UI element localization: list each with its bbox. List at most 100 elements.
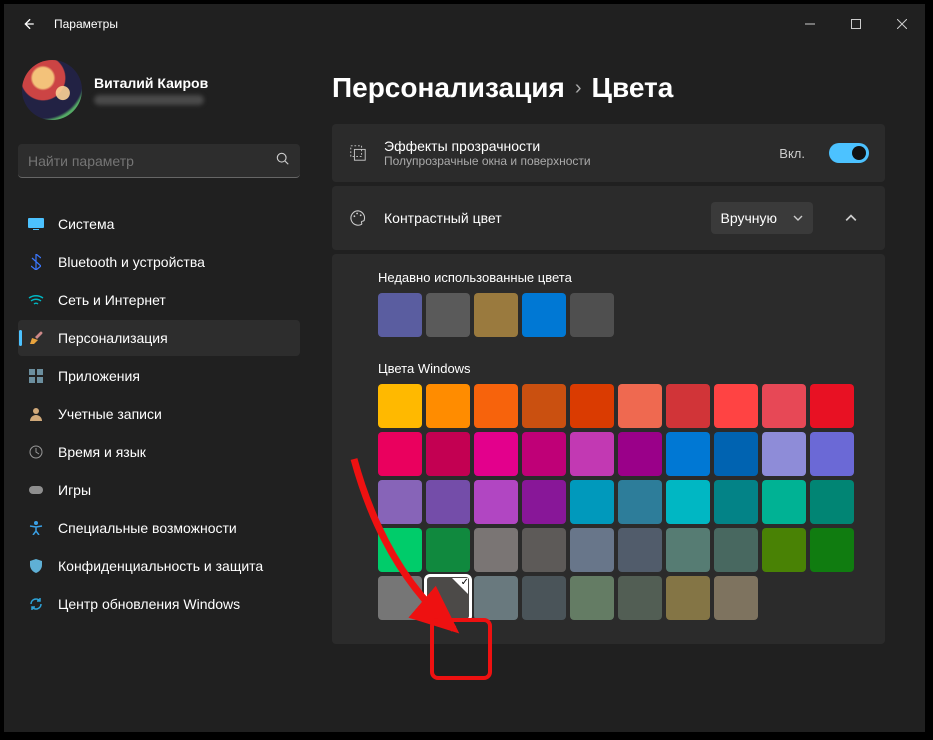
color-swatch[interactable] xyxy=(714,432,758,476)
search-input[interactable] xyxy=(18,144,300,178)
color-swatch[interactable] xyxy=(714,480,758,524)
transparency-icon xyxy=(348,144,368,162)
sidebar-item-10[interactable]: Центр обновления Windows xyxy=(18,586,300,622)
color-swatch[interactable] xyxy=(618,576,662,620)
color-swatch[interactable] xyxy=(762,528,806,572)
maximize-button[interactable] xyxy=(833,4,879,44)
color-swatch[interactable] xyxy=(666,480,710,524)
color-swatch[interactable] xyxy=(570,384,614,428)
color-swatch[interactable] xyxy=(474,480,518,524)
color-swatch[interactable] xyxy=(666,576,710,620)
recent-color-swatch[interactable] xyxy=(378,293,422,337)
user-block[interactable]: Виталий Каиров xyxy=(18,60,300,120)
bluetooth-icon xyxy=(28,254,44,270)
sidebar-item-label: Система xyxy=(58,216,114,232)
color-swatch[interactable] xyxy=(426,528,470,572)
sidebar-item-label: Учетные записи xyxy=(58,406,162,422)
time-language-icon xyxy=(28,444,44,460)
color-swatch[interactable] xyxy=(378,432,422,476)
sidebar-item-label: Персонализация xyxy=(58,330,168,346)
color-swatch[interactable] xyxy=(378,480,422,524)
transparency-toggle[interactable] xyxy=(829,143,869,163)
chevron-right-icon: › xyxy=(575,77,582,100)
privacy-icon xyxy=(28,558,44,574)
color-swatch[interactable] xyxy=(570,528,614,572)
color-swatch[interactable] xyxy=(618,528,662,572)
close-button[interactable] xyxy=(879,4,925,44)
transparency-sub: Полупрозрачные окна и поверхности xyxy=(384,154,763,168)
recent-color-swatch[interactable] xyxy=(522,293,566,337)
color-swatch[interactable] xyxy=(810,480,854,524)
color-swatch[interactable] xyxy=(426,432,470,476)
recent-color-swatch[interactable] xyxy=(474,293,518,337)
user-email xyxy=(94,95,204,105)
sidebar-item-label: Bluetooth и устройства xyxy=(58,254,205,270)
color-swatch[interactable] xyxy=(474,384,518,428)
color-swatch[interactable] xyxy=(618,480,662,524)
color-swatch[interactable] xyxy=(378,528,422,572)
sidebar-item-5[interactable]: Учетные записи xyxy=(18,396,300,432)
color-swatch[interactable] xyxy=(714,576,758,620)
combo-value: Вручную xyxy=(721,210,778,226)
sidebar-item-3[interactable]: Персонализация xyxy=(18,320,300,356)
color-swatch[interactable] xyxy=(762,384,806,428)
recent-colors-label: Недавно использованные цвета xyxy=(378,270,869,285)
back-button[interactable] xyxy=(12,8,44,40)
sidebar-item-9[interactable]: Конфиденциальность и защита xyxy=(18,548,300,584)
accent-mode-combo[interactable]: Вручную xyxy=(711,202,814,234)
color-swatch[interactable] xyxy=(570,480,614,524)
color-swatch[interactable] xyxy=(762,480,806,524)
sidebar-item-label: Приложения xyxy=(58,368,140,384)
sidebar-item-4[interactable]: Приложения xyxy=(18,358,300,394)
color-swatch[interactable] xyxy=(426,384,470,428)
user-name: Виталий Каиров xyxy=(94,75,208,91)
color-swatch[interactable] xyxy=(522,384,566,428)
color-swatch[interactable] xyxy=(666,384,710,428)
transparency-row[interactable]: Эффекты прозрачности Полупрозрачные окна… xyxy=(332,124,885,182)
sidebar-item-0[interactable]: Система xyxy=(18,206,300,242)
recent-color-swatch[interactable] xyxy=(426,293,470,337)
color-swatch[interactable] xyxy=(618,432,662,476)
personalization-icon xyxy=(28,330,44,346)
sidebar-item-8[interactable]: Специальные возможности xyxy=(18,510,300,546)
search-field[interactable] xyxy=(28,153,276,169)
minimize-button[interactable] xyxy=(787,4,833,44)
accent-title: Контрастный цвет xyxy=(384,210,695,226)
transparency-title: Эффекты прозрачности xyxy=(384,138,763,154)
sidebar-item-1[interactable]: Bluetooth и устройства xyxy=(18,244,300,280)
color-swatch[interactable] xyxy=(570,432,614,476)
color-swatch[interactable] xyxy=(810,528,854,572)
recent-color-swatch[interactable] xyxy=(570,293,614,337)
color-swatch[interactable] xyxy=(618,384,662,428)
accent-row[interactable]: Контрастный цвет Вручную xyxy=(332,186,885,250)
sidebar-item-6[interactable]: Время и язык xyxy=(18,434,300,470)
color-swatch[interactable] xyxy=(810,384,854,428)
color-swatch[interactable] xyxy=(522,432,566,476)
color-swatch[interactable] xyxy=(762,432,806,476)
check-icon: ✓ xyxy=(461,577,469,588)
sidebar-item-2[interactable]: Сеть и Интернет xyxy=(18,282,300,318)
gaming-icon xyxy=(28,482,44,498)
toggle-state-label: Вкл. xyxy=(779,146,805,161)
color-swatch[interactable]: ✓ xyxy=(426,576,470,620)
breadcrumb-root[interactable]: Персонализация xyxy=(332,72,565,104)
color-swatch[interactable] xyxy=(522,480,566,524)
color-swatch[interactable] xyxy=(426,480,470,524)
color-swatch[interactable] xyxy=(522,528,566,572)
sidebar-item-label: Сеть и Интернет xyxy=(58,292,166,308)
color-swatch[interactable] xyxy=(714,384,758,428)
color-swatch[interactable] xyxy=(378,384,422,428)
color-swatch[interactable] xyxy=(522,576,566,620)
expand-button[interactable] xyxy=(833,200,869,236)
color-swatch[interactable] xyxy=(474,432,518,476)
color-swatch[interactable] xyxy=(714,528,758,572)
sidebar-item-7[interactable]: Игры xyxy=(18,472,300,508)
color-swatch[interactable] xyxy=(570,576,614,620)
color-swatch[interactable] xyxy=(666,432,710,476)
color-swatch[interactable] xyxy=(474,528,518,572)
color-swatch[interactable] xyxy=(474,576,518,620)
sidebar-item-label: Игры xyxy=(58,482,91,498)
color-swatch[interactable] xyxy=(810,432,854,476)
color-swatch[interactable] xyxy=(666,528,710,572)
color-swatch[interactable] xyxy=(378,576,422,620)
